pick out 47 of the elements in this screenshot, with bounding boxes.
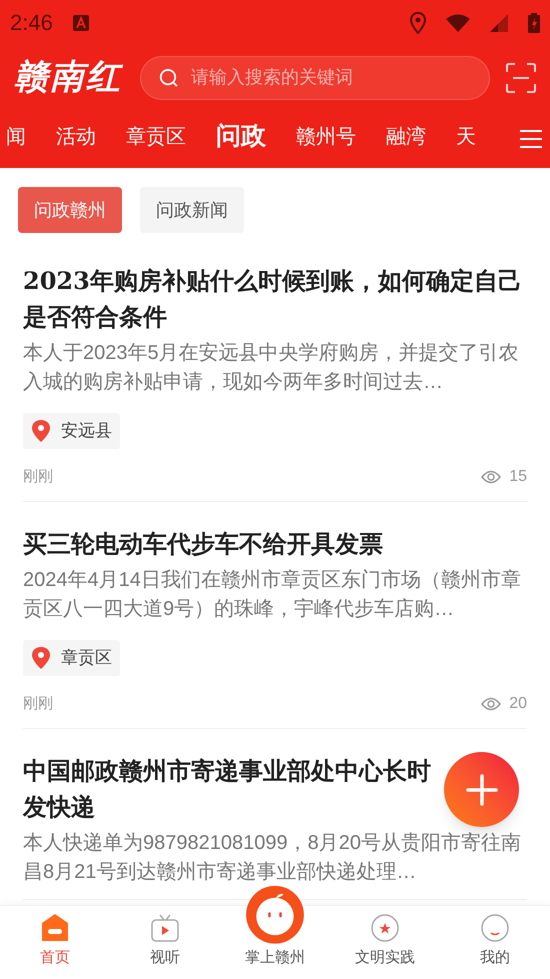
app-logo: 赣南红 bbox=[14, 56, 124, 99]
search-icon bbox=[159, 66, 179, 88]
post-time: 刚刚 bbox=[23, 466, 53, 487]
category-tab[interactable]: 章贡区 bbox=[126, 122, 186, 152]
nav-tab[interactable]: 视听 bbox=[110, 912, 220, 979]
signal-icon bbox=[490, 14, 508, 32]
filter-chip[interactable]: 问政赣州 bbox=[18, 187, 122, 233]
plus-icon bbox=[466, 774, 498, 806]
nav-tab[interactable]: 我的 bbox=[440, 912, 550, 979]
location-icon bbox=[410, 12, 426, 34]
nav-tab[interactable]: 首页 bbox=[0, 912, 110, 979]
article-title[interactable]: 买三轮电动车代步车不给开具发票 bbox=[23, 526, 527, 562]
post-time: 刚刚 bbox=[23, 694, 53, 714]
eye-icon bbox=[481, 697, 502, 711]
category-tab[interactable]: 赣州号 bbox=[296, 122, 356, 152]
filter-chip[interactable]: 问政新闻 bbox=[140, 187, 244, 233]
category-tab[interactable]: 活动 bbox=[56, 122, 96, 152]
view-count: 20 bbox=[509, 694, 527, 714]
category-tab[interactable]: 融湾 bbox=[386, 122, 426, 152]
location-tag[interactable]: 章贡区 bbox=[23, 640, 120, 676]
map-pin-icon bbox=[31, 419, 51, 443]
article-title[interactable]: 中国邮政赣州市寄递事业部处中心长时 bbox=[23, 753, 431, 789]
location-tag[interactable]: 安远县 bbox=[23, 413, 120, 449]
category-tab[interactable]: 天 bbox=[456, 122, 476, 152]
article-title[interactable]: 发快递 bbox=[23, 789, 95, 825]
home-icon bbox=[41, 912, 69, 942]
notification-icon bbox=[72, 14, 89, 30]
search-field[interactable]: 请输入搜索的关键词 bbox=[140, 56, 490, 100]
search-input[interactable]: 请输入搜索的关键词 bbox=[190, 64, 471, 91]
article-summary: 本人于2023年5月在安远县中央学府购房，并提交了引农入城的购房补贴申请，现如今两年多时间过去… bbox=[23, 341, 520, 395]
smile-icon bbox=[480, 912, 510, 942]
scan-icon[interactable] bbox=[506, 62, 536, 92]
category-tab[interactable]: 闻 bbox=[6, 122, 26, 152]
battery-icon bbox=[528, 12, 540, 32]
menu-icon[interactable] bbox=[520, 129, 542, 149]
view-count: 15 bbox=[509, 467, 527, 487]
eye-icon bbox=[481, 470, 502, 484]
status-time: 2:46 bbox=[10, 9, 53, 37]
article-summary: 2024年4月14日我们在赣州市章贡区东门市场（赣州市章贡区八一四大道9号）的珠峰，宇峰代步车店购… bbox=[23, 568, 522, 622]
article-title[interactable]: 2023年购房补贴什么时候到账，如何确定自己是否符合条件 bbox=[23, 263, 527, 335]
map-pin-icon bbox=[31, 646, 51, 670]
wifi-icon bbox=[446, 14, 470, 32]
nav-tab[interactable]: 文明实践 bbox=[330, 912, 440, 979]
article-summary: 本人快递单为9879821081099，8月20号从贵阳市寄往南昌8月21号到达赣州市寄递事业部快递处理… bbox=[23, 831, 522, 885]
nav-tab[interactable]: 掌上赣州 bbox=[220, 885, 330, 979]
category-tab[interactable]: 问政 bbox=[216, 118, 266, 156]
tv-icon bbox=[150, 912, 180, 942]
